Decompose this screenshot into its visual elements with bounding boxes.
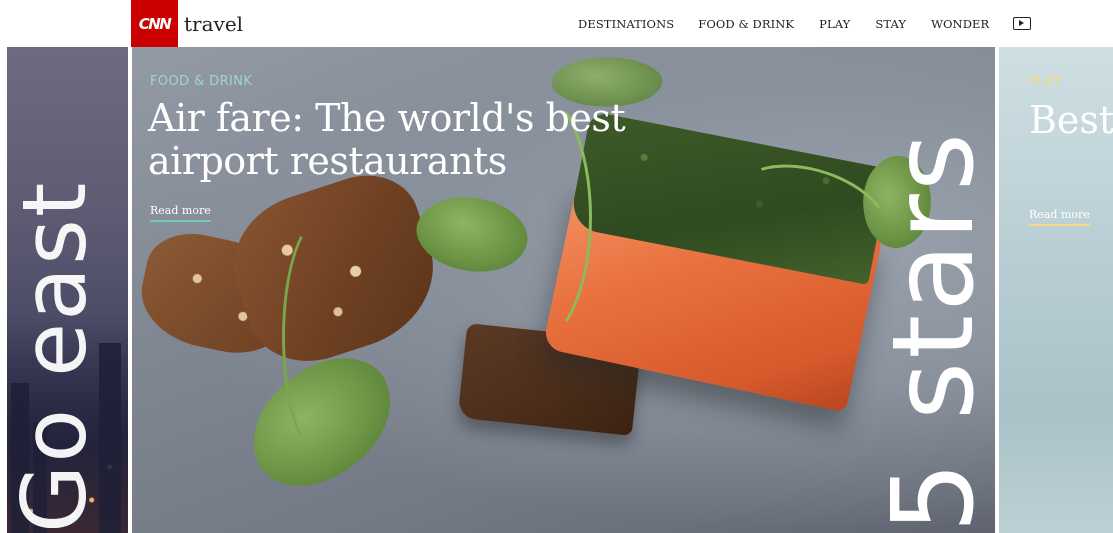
read-more-link[interactable]: Read more: [150, 204, 211, 222]
nav-wonder[interactable]: WONDER: [931, 17, 989, 31]
nav-destinations[interactable]: DESTINATIONS: [578, 17, 674, 31]
garnish-stem-image: [282, 217, 362, 457]
slide-headline[interactable]: Air fare: The world's best airport resta…: [148, 97, 668, 182]
nav-stay[interactable]: STAY: [875, 17, 906, 31]
slide-category-label[interactable]: PLAY: [1029, 74, 1062, 89]
nav-play[interactable]: PLAY: [819, 17, 850, 31]
carousel-slide-current[interactable]: FOOD & DRINK Air fare: The world's best …: [132, 47, 995, 533]
logo-section-text: travel: [184, 11, 244, 36]
main-nav: DESTINATIONS FOOD & DRINK PLAY STAY WOND…: [578, 0, 1032, 47]
play-video-icon[interactable]: [1013, 17, 1032, 30]
slide-vertical-title: Go east: [7, 180, 106, 533]
slide-headline[interactable]: Best in th: [1029, 99, 1113, 142]
site-header: CNN travel DESTINATIONS FOOD & DRINK PLA…: [0, 0, 1113, 47]
carousel-slide-previous[interactable]: Go east: [7, 47, 128, 533]
slide-category-label[interactable]: FOOD & DRINK: [150, 74, 252, 89]
read-more-link[interactable]: Read more: [1029, 208, 1090, 226]
nav-food-drink[interactable]: FOOD & DRINK: [698, 17, 794, 31]
slide-vertical-title: 5 stars: [869, 129, 995, 533]
cnn-travel-logo[interactable]: CNN travel: [131, 0, 243, 47]
cnn-logo-mark: CNN: [131, 0, 178, 47]
carousel-slide-next[interactable]: PLAY Best in th Read more: [999, 47, 1113, 533]
